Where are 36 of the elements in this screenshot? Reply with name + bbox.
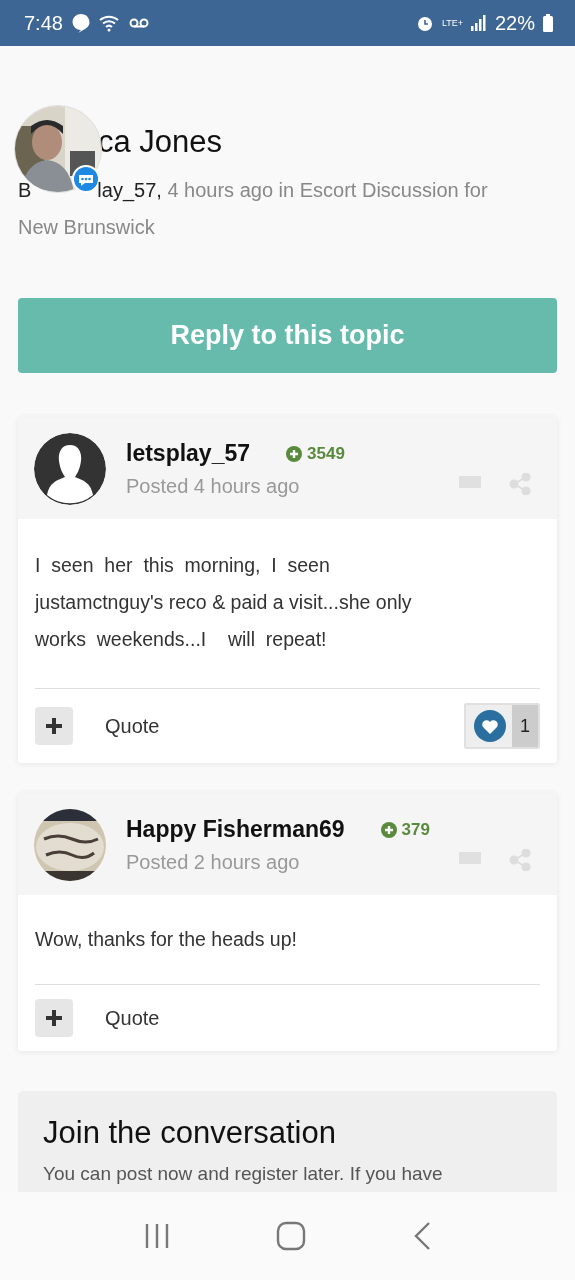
multiquote-button[interactable] <box>35 999 73 1037</box>
back-icon[interactable] <box>412 1221 433 1251</box>
chat-icon[interactable] <box>72 165 100 193</box>
chat-bubble-icon <box>70 13 91 33</box>
avatar-silhouette-icon <box>34 433 106 505</box>
author-name[interactable]: letsplay_57 <box>126 440 251 467</box>
battery-icon <box>543 14 553 32</box>
battery-percent: 22% <box>494 11 535 35</box>
post-text: I seen her this morning, I seen justamctnguy's reco & paid a visit...she only works weekends...I will repeat! <box>35 519 540 689</box>
network-type: LTE+ <box>441 18 463 28</box>
join-title: Join the conversation <box>43 1115 337 1151</box>
quote-link[interactable]: Quote <box>105 714 160 738</box>
author-link[interactable]: lay_57, <box>97 172 162 209</box>
signal-icon <box>470 15 487 31</box>
topic-title: ca Jones <box>97 124 224 160</box>
plus-circle-icon <box>380 821 397 838</box>
quote-link[interactable]: Quote <box>105 1006 160 1030</box>
join-text: You can post now and register later. If you have <box>43 1163 444 1185</box>
author-name[interactable]: Happy Fisherman69 <box>126 816 345 843</box>
plus-icon <box>45 717 63 735</box>
post-date: Posted 4 hours ago <box>126 475 300 498</box>
reputation-count: 379 <box>401 819 430 840</box>
wifi-icon <box>98 14 121 32</box>
home-icon[interactable] <box>276 1221 307 1251</box>
clock-time: 7:48 <box>24 11 63 35</box>
voicemail-icon <box>128 18 149 28</box>
multiquote-button[interactable] <box>35 707 73 745</box>
reputation-count: 3549 <box>307 443 345 464</box>
post-text: Wow, thanks for the heads up! <box>35 895 540 985</box>
alarm-icon <box>415 14 434 32</box>
like-button[interactable]: 1 <box>464 703 540 749</box>
byline-prefix: B <box>18 178 32 203</box>
topic-meta: 4 hours ago in Escort Discussion for <box>167 178 488 203</box>
post-date: Posted 2 hours ago <box>126 851 300 874</box>
plus-circle-icon <box>286 445 303 462</box>
plus-icon <box>45 1009 63 1027</box>
